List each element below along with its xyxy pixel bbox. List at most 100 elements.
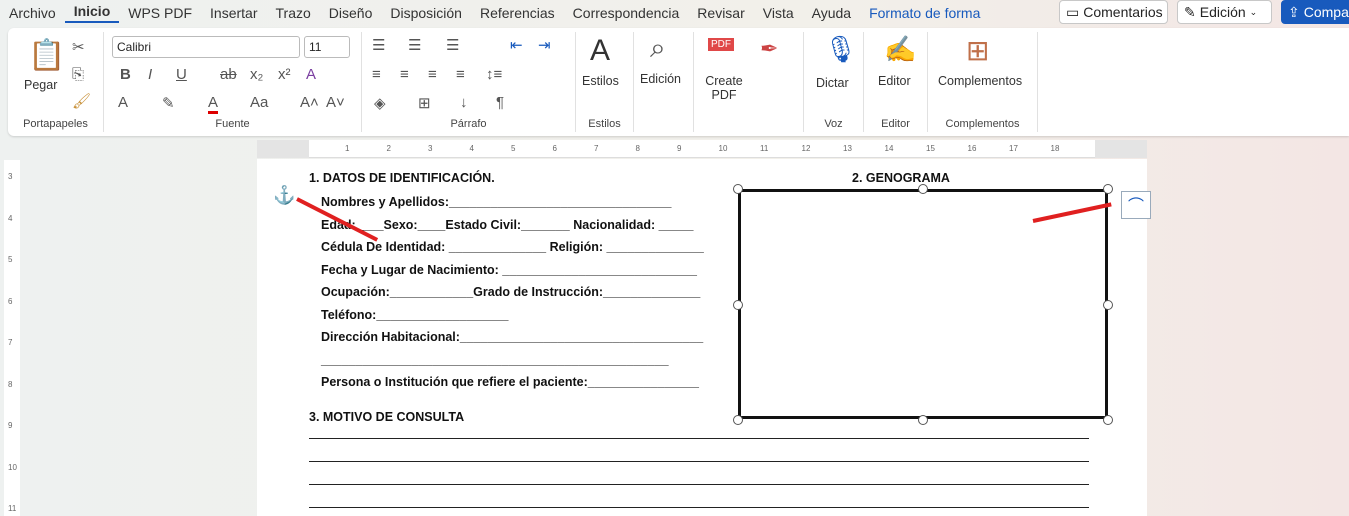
resize-handle[interactable] [1103,300,1113,310]
comments-button[interactable]: ▭ Comentarios [1059,0,1168,24]
grow-font-icon[interactable]: A˄ [300,94,319,111]
shrink-font-icon[interactable]: A˅ [326,94,345,111]
tab-correspondencia[interactable]: Correspondencia [564,5,689,21]
font-size-select[interactable]: 11 [304,36,350,58]
form-field-line[interactable]: Teléfono:___________________ [321,308,508,322]
paste-button[interactable]: Pegar [24,78,57,92]
text-effects-icon[interactable]: A [118,94,128,111]
subscript-icon[interactable]: x₂ [250,66,263,83]
resize-handle[interactable] [1103,415,1113,425]
change-case-icon[interactable]: Aa [250,94,268,111]
show-marks-icon[interactable]: ¶ [496,94,504,111]
group-label: Estilos [588,118,621,130]
genogram-shape[interactable] [738,189,1108,419]
numbering-icon[interactable]: ☰ [408,36,421,54]
share-button[interactable]: ⇪ Compa [1281,0,1349,24]
tab-trazo[interactable]: Trazo [267,5,320,21]
italic-icon[interactable]: I [148,66,152,83]
superscript-icon[interactable]: x² [278,66,291,83]
pdf-icon: PDF [708,38,734,51]
tab-wps-pdf[interactable]: WPS PDF [119,5,201,21]
bullets-icon[interactable]: ☰ [372,36,385,54]
resize-handle[interactable] [733,300,743,310]
group-font: Calibri 11 B I U ab x₂ x² A A ✎ A Aa A˄ … [104,32,362,132]
justify-icon[interactable]: ≡ [456,66,465,83]
vertical-ruler[interactable]: 3 4 5 6 7 8 9 10 11 [4,160,20,516]
ruler-tick: 9 [677,144,682,153]
clear-formatting-icon[interactable]: A [306,66,316,83]
font-color-icon[interactable]: A [208,94,219,114]
tab-formato-de-forma[interactable]: Formato de forma [860,5,989,21]
tab-vista[interactable]: Vista [754,5,803,21]
format-painter-icon[interactable]: 🖌 [72,92,91,110]
chevron-down-icon: ⌄ [1249,6,1258,17]
align-center-icon[interactable]: ≡ [400,66,409,83]
bold-icon[interactable]: B [120,66,131,83]
tab-archivo[interactable]: Archivo [0,5,65,21]
form-field-line[interactable]: Ocupación:____________Grado de Instrucci… [321,285,700,299]
decrease-indent-icon[interactable]: ⇤ [510,36,523,54]
dictate-button[interactable]: Dictar [816,76,849,90]
editing-button[interactable]: Edición [640,72,681,86]
form-field-line[interactable]: Fecha y Lugar de Nacimiento: ___________… [321,263,697,277]
tab-inicio[interactable]: Inicio [64,3,120,23]
ruler-tick: 8 [8,379,13,389]
group-editor: ✍ Editor Editor [864,32,928,132]
group-paragraph: ☰ ☰ ☰ ⇤ ⇥ ≡ ≡ ≡ ≡ ↕≡ ◈ ⊞ ↓ ¶ Párrafo [362,32,576,132]
form-field-line[interactable]: Edad:____Sexo:____Estado Civil:_______ N… [321,218,693,232]
resize-handle[interactable] [918,415,928,425]
editor-button[interactable]: Editor [878,74,911,88]
tab-diseno[interactable]: Diseño [320,5,382,21]
group-addins: ⊞ Complementos Complementos [928,32,1038,132]
line-spacing-icon[interactable]: ↕≡ [486,66,502,83]
sort-icon[interactable]: ↓ [460,94,468,111]
editing-mode-button[interactable]: ✎ Edición ⌄ [1177,0,1272,24]
strikethrough-icon[interactable]: ab [220,66,237,83]
underline-icon[interactable]: U [176,66,187,83]
borders-icon[interactable]: ⊞ [418,94,431,112]
form-field-line[interactable]: Persona o Institución que refiere el pac… [321,375,699,389]
tab-revisar[interactable]: Revisar [688,5,753,21]
form-field-line[interactable]: Cédula De Identidad: ______________ Reli… [321,240,704,254]
search-icon: ⌕ [650,32,666,63]
form-field-line[interactable]: Nombres y Apellidos:____________________… [321,195,672,209]
ruler-tick: 5 [8,255,13,264]
ruler-tick: 6 [8,296,13,306]
font-name-select[interactable]: Calibri [112,36,300,58]
document-page[interactable]: 1. DATOS DE IDENTIFICACIÓN. Nombres y Ap… [257,159,1151,516]
section-heading: 3. MOTIVO DE CONSULTA [309,410,465,424]
comment-icon: ▭ [1066,3,1080,20]
tab-disposicion[interactable]: Disposición [381,5,471,21]
microphone-icon: 🎙 [824,34,858,64]
form-field-line[interactable]: Dirección Habitacional:_________________… [321,330,703,344]
ruler-tick: 7 [8,338,13,347]
resize-handle[interactable] [918,184,928,194]
shading-icon[interactable]: ◈ [374,94,386,112]
tab-ayuda[interactable]: Ayuda [803,5,860,21]
section-heading: 1. DATOS DE IDENTIFICACIÓN. [309,171,495,185]
pen-tool-icon[interactable]: ✒ [760,36,778,62]
styles-button[interactable]: Estilos [582,74,619,88]
resize-handle[interactable] [733,184,743,194]
resize-handle[interactable] [1103,184,1113,194]
anchor-icon[interactable]: ⚓ [273,185,295,206]
multilevel-list-icon[interactable]: ☰ [446,36,459,54]
form-field-line[interactable]: ________________________________________… [321,353,669,367]
align-left-icon[interactable]: ≡ [372,66,381,83]
group-clipboard: 📋 Pegar ✂ ⎘ 🖌 Portapapeles [8,32,104,132]
align-right-icon[interactable]: ≡ [428,66,437,83]
tab-referencias[interactable]: Referencias [471,5,564,21]
highlight-icon[interactable]: ✎ [162,94,175,112]
tab-insertar[interactable]: Insertar [201,5,266,21]
editor-icon: ✍ [884,34,917,64]
copy-icon[interactable]: ⎘ [72,66,84,83]
section-heading: 2. GENOGRAMA [852,171,950,185]
horizontal-ruler[interactable]: 1 2 3 4 5 6 7 8 9 10 11 12 13 14 15 16 17 18 [257,140,1147,158]
layout-options-icon[interactable]: ⌒ [1121,191,1151,219]
resize-handle[interactable] [733,415,743,425]
create-pdf-button[interactable]: Create PDF [700,74,748,102]
increase-indent-icon[interactable]: ⇥ [538,36,551,54]
addins-button[interactable]: Complementos [938,74,1022,88]
cut-icon[interactable]: ✂ [72,38,85,56]
share-label: Compa [1303,4,1349,20]
